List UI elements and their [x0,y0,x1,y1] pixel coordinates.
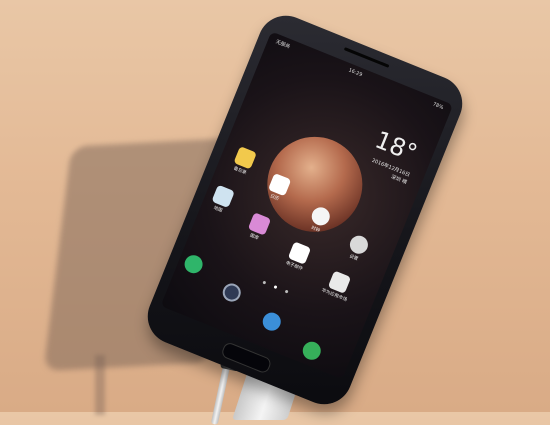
app-market[interactable]: 华为应用市场 [317,267,358,304]
app-map[interactable]: 地图 [201,182,242,219]
camera-icon[interactable] [220,280,244,305]
app-memo[interactable]: 备忘录 [223,143,264,180]
battery-status: 78% [431,101,445,112]
page-dot [284,289,289,294]
phone-screen: 无服务 16:29 78% 18° 2016年12月16日 深圳 晴 备忘录 日… [160,31,454,380]
browser-icon[interactable] [260,309,284,334]
app-settings[interactable]: 设置 [337,230,378,267]
photo-scene: 无服务 16:29 78% 18° 2016年12月16日 深圳 晴 备忘录 日… [0,0,550,425]
page-dot-active [273,285,278,290]
page-dot [262,280,267,285]
cable-shadow [95,355,105,415]
carrier-status: 无服务 [274,39,291,51]
phone-icon[interactable] [181,252,206,276]
messages-icon[interactable] [300,339,324,363]
app-gallery[interactable]: 图库 [237,209,278,246]
page-indicator [259,269,295,298]
smartphone: 无服务 16:29 78% 18° 2016年12月16日 深圳 晴 备忘录 日… [139,7,471,413]
status-time: 16:29 [347,67,364,79]
app-email[interactable]: 电子邮件 [277,238,318,275]
